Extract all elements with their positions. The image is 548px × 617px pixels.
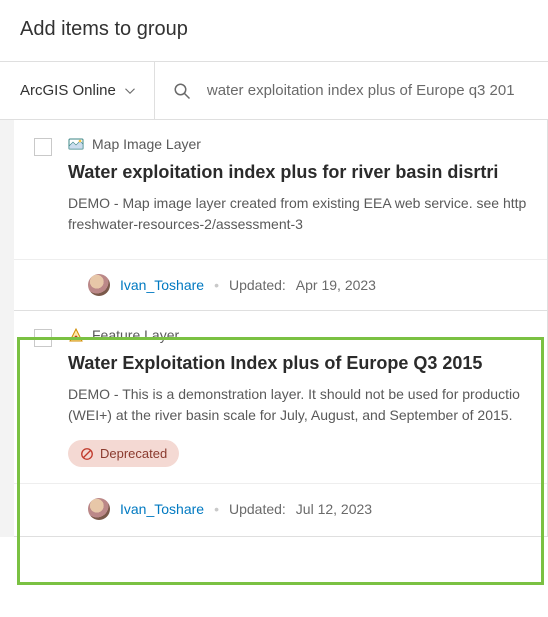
item-type-row: Feature Layer: [68, 327, 533, 343]
result-card: Feature Layer Water Exploitation Index p…: [14, 311, 548, 537]
results-list: Map Image Layer Water exploitation index…: [0, 120, 548, 537]
result-card-footer: Ivan_Toshare • Updated: Apr 19, 2023: [14, 259, 547, 310]
result-card: Map Image Layer Water exploitation index…: [14, 120, 548, 311]
source-dropdown[interactable]: ArcGIS Online: [0, 62, 155, 119]
owner-link[interactable]: Ivan_Toshare: [120, 501, 204, 517]
deprecated-icon: [80, 447, 94, 461]
item-title[interactable]: Water exploitation index plus for river …: [68, 162, 533, 183]
updated-value: Jul 12, 2023: [296, 501, 372, 517]
result-card-body: Feature Layer Water Exploitation Index p…: [14, 311, 547, 483]
updated-label: Updated:: [229, 501, 286, 517]
select-checkbox[interactable]: [34, 138, 52, 156]
deprecated-label: Deprecated: [100, 446, 167, 461]
result-card-footer: Ivan_Toshare • Updated: Jul 12, 2023: [14, 483, 547, 534]
result-content: Map Image Layer Water exploitation index…: [68, 136, 533, 243]
item-description: DEMO - This is a demonstration layer. It…: [68, 384, 533, 426]
search-input[interactable]: [207, 82, 530, 99]
results-rail: [0, 120, 14, 537]
feature-layer-icon: [68, 327, 84, 343]
select-checkbox[interactable]: [34, 329, 52, 347]
source-dropdown-label: ArcGIS Online: [20, 82, 116, 99]
owner-link[interactable]: Ivan_Toshare: [120, 277, 204, 293]
deprecated-badge: Deprecated: [68, 440, 179, 467]
separator-dot: •: [214, 501, 219, 517]
updated-label: Updated:: [229, 277, 286, 293]
avatar: [88, 274, 110, 296]
updated-value: Apr 19, 2023: [296, 277, 376, 293]
item-type-label: Feature Layer: [92, 327, 179, 343]
map-image-layer-icon: [68, 136, 84, 152]
result-content: Feature Layer Water Exploitation Index p…: [68, 327, 533, 467]
avatar: [88, 498, 110, 520]
item-type-row: Map Image Layer: [68, 136, 533, 152]
dialog-title-text: Add items to group: [20, 18, 188, 40]
item-description: DEMO - Map image layer created from exis…: [68, 193, 533, 235]
item-title[interactable]: Water Exploitation Index plus of Europe …: [68, 353, 533, 374]
result-card-body: Map Image Layer Water exploitation index…: [14, 120, 547, 259]
dialog-title: Add items to group: [0, 0, 548, 62]
item-type-label: Map Image Layer: [92, 136, 201, 152]
search-icon: [173, 82, 191, 100]
chevron-down-icon: [124, 85, 136, 97]
search-field[interactable]: [155, 62, 548, 119]
separator-dot: •: [214, 277, 219, 293]
filter-bar: ArcGIS Online: [0, 62, 548, 120]
